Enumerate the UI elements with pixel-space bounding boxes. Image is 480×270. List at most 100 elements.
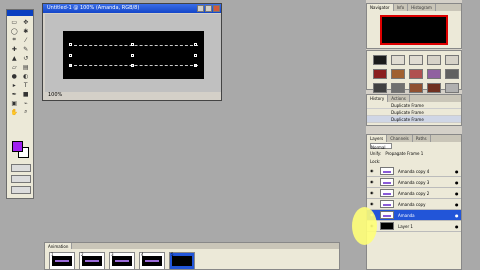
color-swatch[interactable]: [373, 69, 387, 79]
canvas[interactable]: [63, 31, 204, 79]
history-state[interactable]: Duplicate Frame: [367, 109, 461, 116]
maximize-icon[interactable]: [205, 5, 212, 12]
crop-tool-icon[interactable]: ⌗: [9, 36, 20, 44]
transform-handle[interactable]: [131, 64, 134, 67]
tab-animation[interactable]: Animation: [45, 243, 73, 249]
color-swatch[interactable]: [391, 55, 405, 65]
zoom-tool-icon[interactable]: ⌕: [21, 108, 32, 116]
animation-frame[interactable]: 3: [109, 252, 135, 270]
jump-to-imageready-button[interactable]: [11, 186, 31, 194]
eraser-tool-icon[interactable]: ▱: [9, 63, 20, 71]
tab-info[interactable]: Info: [394, 4, 409, 11]
color-swatch[interactable]: [409, 55, 423, 65]
transform-handle[interactable]: [131, 43, 134, 46]
color-swatch[interactable]: [409, 83, 423, 93]
type-tool-icon[interactable]: T: [21, 81, 32, 89]
color-swatch[interactable]: [427, 83, 441, 93]
move-tool-icon[interactable]: ✥: [21, 18, 32, 26]
animation-frame[interactable]: 5: [169, 252, 195, 270]
tab-layers[interactable]: Layers: [367, 135, 388, 142]
blend-mode-select[interactable]: Normal: [370, 143, 392, 150]
layer-row[interactable]: ◉ Amanda copy 3 ●: [367, 177, 461, 188]
eyedropper-tool-icon[interactable]: ⌁: [21, 99, 32, 107]
screen-mode-button[interactable]: [11, 175, 31, 183]
color-swatch[interactable]: [373, 83, 387, 93]
color-swatch[interactable]: [445, 83, 459, 93]
eye-icon[interactable]: ◉: [370, 190, 376, 196]
eye-icon[interactable]: ◉: [370, 168, 376, 174]
blur-tool-icon[interactable]: ●: [9, 72, 20, 80]
document-window: Untitled-1 @ 100% (Amanda, RGB/8) 100%: [42, 3, 222, 101]
path-select-icon[interactable]: ▸: [9, 81, 20, 89]
tab-histogram[interactable]: Histogram: [408, 4, 436, 11]
notes-tool-icon[interactable]: ▣: [9, 99, 20, 107]
layer-style-icon[interactable]: ●: [455, 224, 461, 229]
color-swatch[interactable]: [391, 83, 405, 93]
transform-handle[interactable]: [194, 43, 197, 46]
animation-frame[interactable]: 1: [49, 252, 75, 270]
dodge-tool-icon[interactable]: ◐: [21, 72, 32, 80]
layer-style-icon[interactable]: ●: [455, 180, 461, 185]
color-swatch[interactable]: [427, 69, 441, 79]
tab-actions[interactable]: Actions: [388, 95, 410, 102]
color-swatch[interactable]: [409, 69, 423, 79]
shape-tool-icon[interactable]: ■: [21, 90, 32, 98]
minimize-icon[interactable]: [197, 5, 204, 12]
pen-tool-icon[interactable]: ✒: [9, 90, 20, 98]
transform-handle[interactable]: [194, 64, 197, 67]
history-state[interactable]: Duplicate Frame: [367, 102, 461, 109]
color-swatch[interactable]: [445, 55, 459, 65]
transform-handle[interactable]: [194, 54, 197, 57]
layer-style-icon[interactable]: ●: [455, 213, 461, 218]
healing-brush-icon[interactable]: ✚: [9, 45, 20, 53]
animation-frame[interactable]: 4: [139, 252, 165, 270]
layer-style-icon[interactable]: ●: [455, 202, 461, 207]
brush-tool-icon[interactable]: ✎: [21, 45, 32, 53]
layer-row[interactable]: ◉ Amanda copy 4 ●: [367, 166, 461, 177]
layer-style-icon[interactable]: ●: [455, 191, 461, 196]
navigator-preview[interactable]: [380, 15, 448, 45]
frame-thumbnail: [142, 256, 162, 266]
eye-icon[interactable]: ◉: [370, 201, 376, 207]
tools-palette: ▭ ✥ ◯ ✱ ⌗ ⁄ ✚ ✎ ▲ ↺ ▱ ▤ ● ◐ ▸ T ✒ ■ ▣ ⌁ …: [6, 9, 34, 199]
tab-navigator[interactable]: Navigator: [367, 4, 394, 11]
layer-row[interactable]: ◉ Amanda copy 2 ●: [367, 188, 461, 199]
unify-label: Unify:: [370, 151, 382, 156]
document-titlebar[interactable]: Untitled-1 @ 100% (Amanda, RGB/8): [43, 4, 221, 13]
history-state[interactable]: Duplicate Frame: [367, 116, 461, 123]
foreground-color-swatch[interactable]: [12, 141, 23, 152]
transform-handle[interactable]: [69, 43, 72, 46]
color-swatch[interactable]: [445, 69, 459, 79]
marquee-tool-icon[interactable]: ▭: [9, 18, 20, 26]
propagate-frame-checkbox[interactable]: Propagate Frame 1: [385, 150, 423, 158]
gradient-tool-icon[interactable]: ▤: [21, 63, 32, 71]
transform-center-handle[interactable]: [131, 54, 134, 57]
color-swatch[interactable]: [427, 55, 441, 65]
tab-channels[interactable]: Channels: [387, 135, 413, 142]
animation-frame[interactable]: 2: [79, 252, 105, 270]
layer-name: Amanda copy 3: [398, 179, 430, 185]
slice-tool-icon[interactable]: ⁄: [21, 36, 32, 44]
layer-row[interactable]: ◉Amanda●: [367, 210, 461, 221]
canvas-area[interactable]: [45, 14, 221, 94]
layer-row[interactable]: ◉ Amanda copy ●: [367, 199, 461, 210]
layer-name: Amanda copy 2: [398, 190, 430, 196]
eye-icon[interactable]: ◉: [370, 179, 376, 185]
tab-paths[interactable]: Paths: [413, 135, 431, 142]
hand-tool-icon[interactable]: ✋: [9, 108, 20, 116]
transform-handle[interactable]: [69, 64, 72, 67]
magic-wand-tool-icon[interactable]: ✱: [21, 27, 32, 35]
layer-row[interactable]: ◉Layer 1●: [367, 221, 461, 232]
color-swatch[interactable]: [391, 69, 405, 79]
quick-mask-mode-button[interactable]: [11, 164, 31, 172]
zoom-level[interactable]: 100%: [48, 92, 62, 98]
clone-stamp-icon[interactable]: ▲: [9, 54, 20, 62]
lasso-tool-icon[interactable]: ◯: [9, 27, 20, 35]
close-icon[interactable]: [213, 5, 220, 12]
history-brush-icon[interactable]: ↺: [21, 54, 32, 62]
color-swatch[interactable]: [373, 55, 387, 65]
layer-name: Amanda copy 4: [398, 168, 430, 174]
layer-style-icon[interactable]: ●: [455, 169, 461, 174]
transform-handle[interactable]: [69, 54, 72, 57]
tab-history[interactable]: History: [367, 95, 389, 102]
